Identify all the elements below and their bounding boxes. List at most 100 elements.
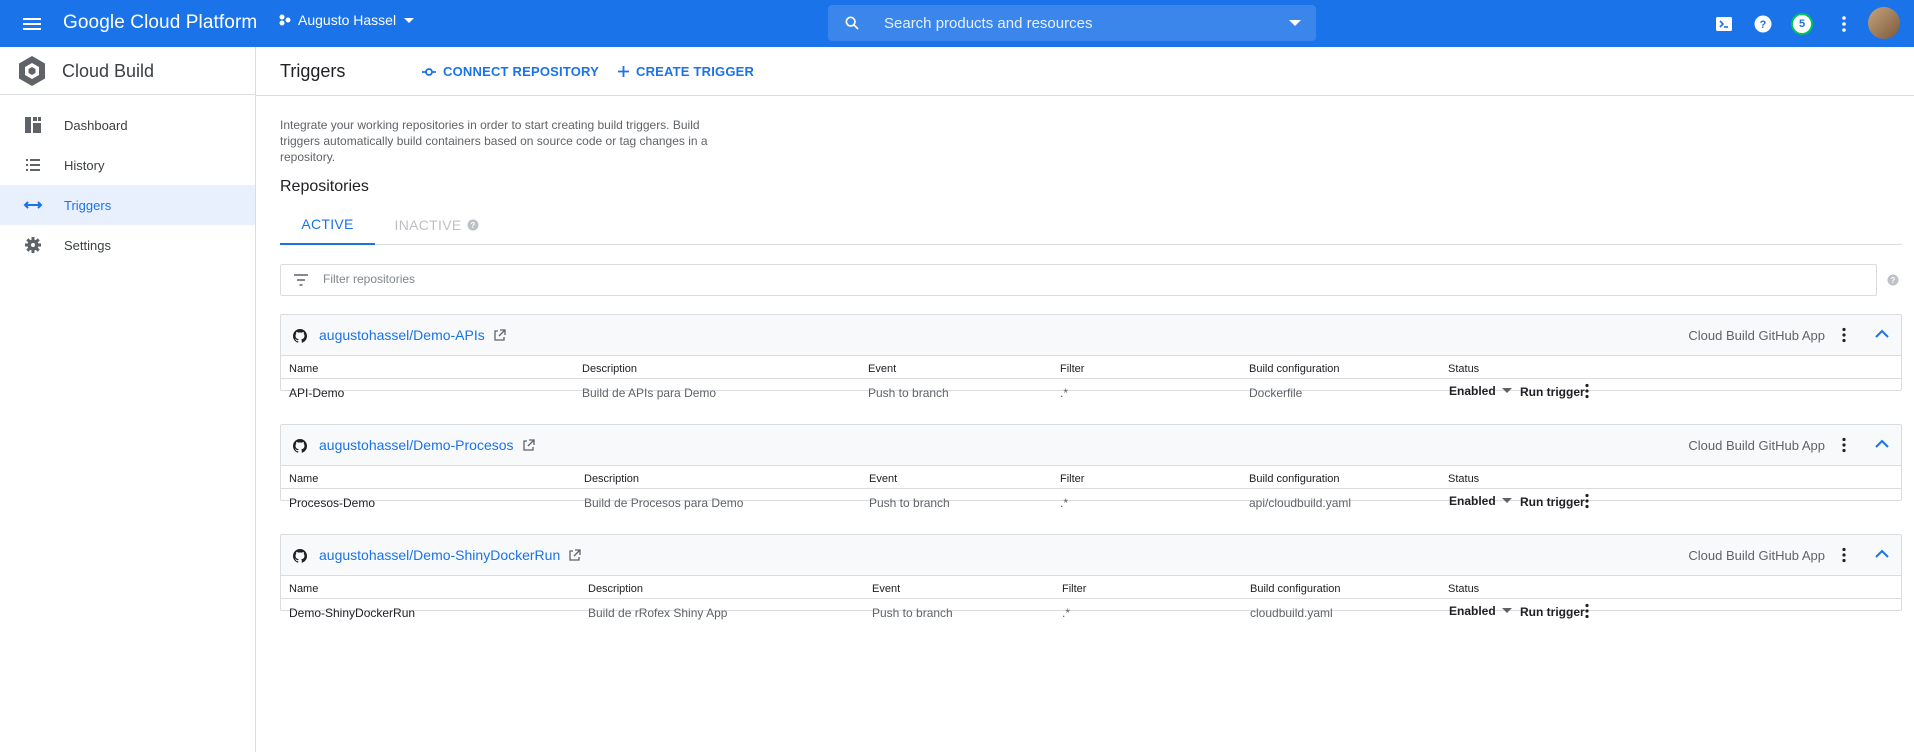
repository-link[interactable]: augustohassel/Demo-ShinyDockerRun bbox=[319, 547, 581, 563]
repository-name: augustohassel/Demo-ShinyDockerRun bbox=[319, 547, 561, 563]
status-value: Enabled bbox=[1449, 604, 1496, 618]
trigger-more-icon[interactable] bbox=[1584, 603, 1590, 619]
project-name: Augusto Hassel bbox=[298, 12, 397, 28]
tab-inactive[interactable]: INACTIVE ? bbox=[387, 205, 487, 245]
filter-bar[interactable] bbox=[280, 264, 1877, 296]
repository-name: augustohassel/Demo-APIs bbox=[319, 327, 485, 343]
svg-text:?: ? bbox=[1760, 19, 1767, 31]
trigger-more-icon[interactable] bbox=[1584, 493, 1590, 509]
sidebar-item-triggers[interactable]: Triggers bbox=[0, 185, 255, 225]
page-title: Triggers bbox=[280, 61, 346, 81]
column-header-filter: Filter bbox=[1062, 583, 1087, 595]
collapse-icon[interactable] bbox=[1875, 549, 1889, 559]
column-header-event: Event bbox=[869, 473, 898, 485]
status-dropdown[interactable]: Enabled bbox=[1449, 384, 1512, 398]
repository-more-icon[interactable] bbox=[1841, 327, 1847, 343]
dropdown-arrow-icon bbox=[1501, 388, 1512, 393]
repository-card: augustohassel/Demo-APIs Cloud Build GitH… bbox=[280, 314, 1902, 400]
run-trigger-button[interactable]: Run trigger bbox=[1520, 385, 1585, 399]
sidebar-item-history[interactable]: History bbox=[0, 145, 255, 185]
sidebar-item-label: Triggers bbox=[64, 197, 112, 213]
notifications-badge[interactable]: 5 bbox=[1790, 12, 1814, 36]
connect-repository-button[interactable]: CONNECT REPOSITORY bbox=[421, 64, 599, 79]
project-icon bbox=[279, 14, 291, 26]
column-header-name: Name bbox=[289, 473, 319, 485]
trigger-name[interactable]: API-Demo bbox=[289, 386, 344, 400]
repository-app-label: Cloud Build GitHub App bbox=[1688, 548, 1825, 563]
status-value: Enabled bbox=[1449, 494, 1496, 508]
status-value: Enabled bbox=[1449, 384, 1496, 398]
trigger-event: Push to branch bbox=[868, 386, 949, 400]
column-header-status: Status bbox=[1448, 473, 1480, 485]
search-bar[interactable] bbox=[828, 5, 1316, 41]
tab-bar: ACTIVE INACTIVE ? bbox=[280, 205, 1902, 245]
repository-more-icon[interactable] bbox=[1841, 437, 1847, 453]
status-dropdown[interactable]: Enabled bbox=[1449, 494, 1512, 508]
repository-link[interactable]: augustohassel/Demo-Procesos bbox=[319, 437, 535, 453]
project-selector[interactable]: Augusto Hassel bbox=[278, 12, 416, 28]
filter-help-icon[interactable]: ? bbox=[1887, 274, 1899, 286]
trigger-name[interactable]: Demo-ShinyDockerRun bbox=[289, 606, 415, 620]
arrows-icon bbox=[23, 201, 43, 209]
product-brand[interactable]: Google Cloud Platform bbox=[63, 12, 257, 34]
repository-app-label: Cloud Build GitHub App bbox=[1688, 328, 1825, 343]
column-header-name: Name bbox=[289, 583, 319, 595]
dropdown-arrow-icon bbox=[1501, 498, 1512, 503]
column-header-build-config: Build configuration bbox=[1249, 363, 1340, 375]
trigger-build-config: Dockerfile bbox=[1249, 386, 1303, 400]
header-divider bbox=[281, 598, 1901, 599]
connect-icon bbox=[422, 67, 436, 76]
page-header: Triggers CONNECT REPOSITORY CREATE TRIGG… bbox=[256, 47, 1914, 96]
repository-more-icon[interactable] bbox=[1841, 547, 1847, 563]
search-options-icon[interactable] bbox=[1288, 17, 1302, 29]
connect-repository-label: CONNECT REPOSITORY bbox=[443, 64, 600, 79]
run-trigger-button[interactable]: Run trigger bbox=[1520, 495, 1585, 509]
cloud-shell-icon[interactable] bbox=[1712, 12, 1736, 36]
column-header-build-config: Build configuration bbox=[1249, 473, 1340, 485]
more-options-icon[interactable] bbox=[1832, 12, 1856, 36]
search-input[interactable] bbox=[884, 14, 1264, 32]
create-trigger-button[interactable]: CREATE TRIGGER bbox=[617, 64, 754, 79]
trigger-build-config: cloudbuild.yaml bbox=[1250, 606, 1333, 620]
trigger-more-icon[interactable] bbox=[1584, 383, 1590, 399]
status-dropdown[interactable]: Enabled bbox=[1449, 604, 1512, 618]
run-trigger-button[interactable]: Run trigger bbox=[1520, 605, 1585, 619]
tab-active[interactable]: ACTIVE bbox=[280, 205, 375, 245]
column-header-event: Event bbox=[872, 583, 901, 595]
add-icon bbox=[618, 66, 629, 77]
repository-header: augustohassel/Demo-ShinyDockerRun Cloud … bbox=[281, 535, 1901, 576]
help-circle-icon[interactable]: ? bbox=[467, 219, 479, 231]
trigger-filter: .* bbox=[1060, 386, 1069, 400]
external-link-icon bbox=[522, 438, 535, 451]
cloud-build-logo-icon bbox=[19, 56, 45, 86]
trigger-description: Build de rRofex Shiny App bbox=[588, 606, 728, 620]
dropdown-arrow-icon bbox=[1501, 608, 1512, 613]
tab-inactive-label: INACTIVE bbox=[394, 217, 462, 233]
column-header-description: Description bbox=[588, 583, 644, 595]
column-header-description: Description bbox=[584, 473, 640, 485]
help-icon[interactable]: ? bbox=[1751, 12, 1775, 36]
github-icon bbox=[293, 549, 307, 563]
trigger-description: Build de Procesos para Demo bbox=[584, 496, 744, 510]
trigger-filter: .* bbox=[1062, 606, 1071, 620]
column-header-description: Description bbox=[582, 363, 638, 375]
hamburger-menu-icon[interactable] bbox=[20, 12, 44, 36]
sidebar-item-label: Settings bbox=[64, 237, 111, 253]
column-header-filter: Filter bbox=[1060, 473, 1085, 485]
column-header-event: Event bbox=[868, 363, 897, 375]
top-app-bar: Google Cloud Platform Augusto Hassel ? 5 bbox=[0, 0, 1914, 47]
account-avatar[interactable] bbox=[1868, 7, 1900, 39]
filter-input[interactable] bbox=[323, 272, 1123, 286]
sidebar-item-label: Dashboard bbox=[64, 117, 128, 133]
trigger-event: Push to branch bbox=[872, 606, 953, 620]
repository-link[interactable]: augustohassel/Demo-APIs bbox=[319, 327, 506, 343]
repository-header: augustohassel/Demo-Procesos Cloud Build … bbox=[281, 425, 1901, 466]
collapse-icon[interactable] bbox=[1875, 329, 1889, 339]
external-link-icon bbox=[494, 328, 506, 341]
repositories-heading: Repositories bbox=[280, 178, 369, 195]
repository-app-label: Cloud Build GitHub App bbox=[1688, 438, 1825, 453]
trigger-name[interactable]: Procesos-Demo bbox=[289, 496, 375, 510]
sidebar-item-dashboard[interactable]: Dashboard bbox=[0, 105, 255, 145]
collapse-icon[interactable] bbox=[1875, 439, 1889, 449]
sidebar-item-settings[interactable]: Settings bbox=[0, 225, 255, 265]
